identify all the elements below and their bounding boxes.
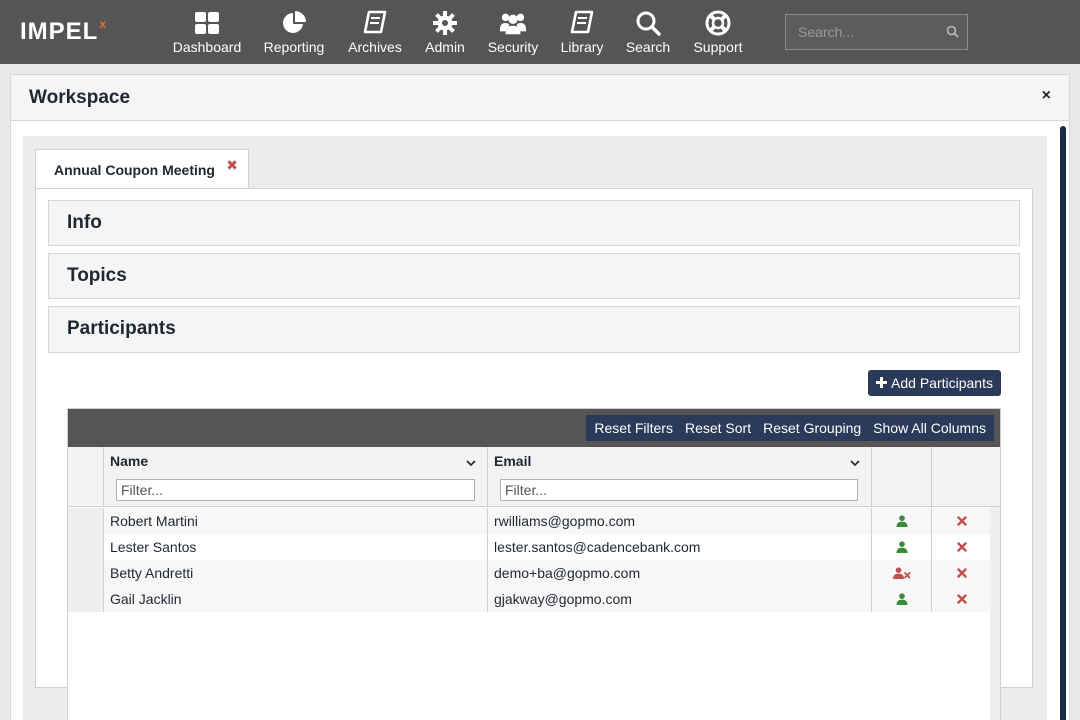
nav-item-archives[interactable]: Archives <box>336 0 414 64</box>
row-gutter <box>68 586 104 612</box>
chevron-down-icon[interactable] <box>466 455 476 467</box>
grid-scroll-track <box>990 507 1000 720</box>
participant-name: Gail Jacklin <box>104 586 488 612</box>
reset-sort-button[interactable]: Reset Sort <box>679 420 757 436</box>
top-navbar: IMPEL x Dashboard Reporting Archives Adm… <box>0 0 1080 64</box>
main-nav: Dashboard Reporting Archives Admin Secur… <box>162 0 754 64</box>
nav-item-dashboard[interactable]: Dashboard <box>162 0 252 64</box>
column-label: Name <box>110 453 149 469</box>
toolbar-buttons: Reset Filters Reset Sort Reset Grouping … <box>586 415 994 441</box>
brand-superscript: x <box>99 17 107 31</box>
table-row[interactable]: Lester Santos lester.santos@cadencebank.… <box>68 534 1000 560</box>
remove-icon[interactable] <box>932 560 992 586</box>
nav-label: Search <box>625 39 671 55</box>
participants-grid: Reset Filters Reset Sort Reset Grouping … <box>67 408 1001 720</box>
users-icon <box>499 9 527 37</box>
remove-icon[interactable] <box>932 508 992 534</box>
search-box <box>785 14 968 50</box>
page-title: Workspace <box>29 87 131 108</box>
section-participants[interactable]: Participants <box>48 306 1020 353</box>
close-icon[interactable]: ✖ <box>226 157 238 174</box>
grid-rows: Robert Martini rwilliams@gopmo.com Leste… <box>68 508 1000 612</box>
gear-icon <box>431 9 459 37</box>
nav-item-admin[interactable]: Admin <box>414 0 476 64</box>
nav-label: Dashboard <box>172 39 242 55</box>
reset-filters-button[interactable]: Reset Filters <box>588 420 679 436</box>
table-row[interactable]: Betty Andretti demo+ba@gopmo.com <box>68 560 1000 586</box>
scrollbar[interactable] <box>1060 126 1066 720</box>
header-gutter <box>68 447 104 506</box>
tab-label: Annual Coupon Meeting <box>54 161 215 178</box>
participant-name: Lester Santos <box>104 534 488 560</box>
user-icon[interactable] <box>872 534 932 560</box>
add-participants-button[interactable]: Add Participants <box>868 370 1001 396</box>
column-header-email[interactable]: Email <box>488 447 872 506</box>
participant-name: Betty Andretti <box>104 560 488 586</box>
search-icon <box>634 9 662 37</box>
section-title: Info <box>67 212 102 233</box>
participant-email: lester.santos@cadencebank.com <box>488 534 872 560</box>
email-filter-input[interactable] <box>500 479 858 501</box>
grid-toolbar: Reset Filters Reset Sort Reset Grouping … <box>68 409 1000 447</box>
row-gutter <box>68 534 104 560</box>
dashboard-icon <box>193 9 221 37</box>
book-icon <box>568 9 596 37</box>
brand-name: IMPEL <box>20 18 99 45</box>
participant-name: Robert Martini <box>104 508 488 534</box>
column-label: Email <box>494 453 532 469</box>
row-gutter <box>68 560 104 586</box>
column-header-name[interactable]: Name <box>104 447 488 506</box>
nav-label: Reporting <box>263 39 325 55</box>
tab-annual-coupon-meeting[interactable]: Annual Coupon Meeting ✖ <box>35 149 249 189</box>
section-title: Topics <box>67 265 127 286</box>
participant-email: demo+ba@gopmo.com <box>488 560 872 586</box>
close-icon[interactable]: × <box>1042 87 1051 105</box>
nav-label: Admin <box>425 39 465 55</box>
nav-label: Support <box>693 39 743 55</box>
table-row[interactable]: Robert Martini rwilliams@gopmo.com <box>68 508 1000 534</box>
user-remove-icon[interactable] <box>872 560 932 586</box>
participant-email: rwilliams@gopmo.com <box>488 508 872 534</box>
section-topics[interactable]: Topics <box>48 253 1020 299</box>
nav-item-library[interactable]: Library <box>550 0 614 64</box>
column-header-status <box>872 447 932 506</box>
nav-item-reporting[interactable]: Reporting <box>252 0 336 64</box>
nav-item-security[interactable]: Security <box>476 0 550 64</box>
book-icon <box>361 9 389 37</box>
show-all-columns-button[interactable]: Show All Columns <box>867 420 992 436</box>
name-filter-input[interactable] <box>116 479 475 501</box>
chevron-down-icon[interactable] <box>850 455 860 467</box>
user-icon[interactable] <box>872 586 932 612</box>
nav-label: Archives <box>348 39 402 55</box>
table-row[interactable]: Gail Jacklin gjakway@gopmo.com <box>68 586 1000 612</box>
search-icon[interactable] <box>946 25 959 43</box>
nav-item-support[interactable]: Support <box>682 0 754 64</box>
user-icon[interactable] <box>872 508 932 534</box>
remove-icon[interactable] <box>932 586 992 612</box>
grid-header: Name Email <box>68 447 1000 507</box>
participant-email: gjakway@gopmo.com <box>488 586 872 612</box>
remove-icon[interactable] <box>932 534 992 560</box>
row-gutter <box>68 508 104 534</box>
reset-grouping-button[interactable]: Reset Grouping <box>757 420 867 436</box>
add-participants-label: Add Participants <box>891 375 993 391</box>
nav-item-search[interactable]: Search <box>614 0 682 64</box>
section-title: Participants <box>67 318 176 339</box>
nav-label: Library <box>560 39 604 55</box>
brand-logo[interactable]: IMPEL x <box>20 16 106 48</box>
nav-label: Security <box>487 39 539 55</box>
plus-icon <box>876 375 888 391</box>
section-info[interactable]: Info <box>48 200 1020 246</box>
search-input[interactable] <box>786 24 936 40</box>
column-header-remove <box>932 447 1000 506</box>
workspace-header: Workspace × <box>11 75 1069 121</box>
life-ring-icon <box>704 9 732 37</box>
pie-chart-icon <box>280 9 308 37</box>
